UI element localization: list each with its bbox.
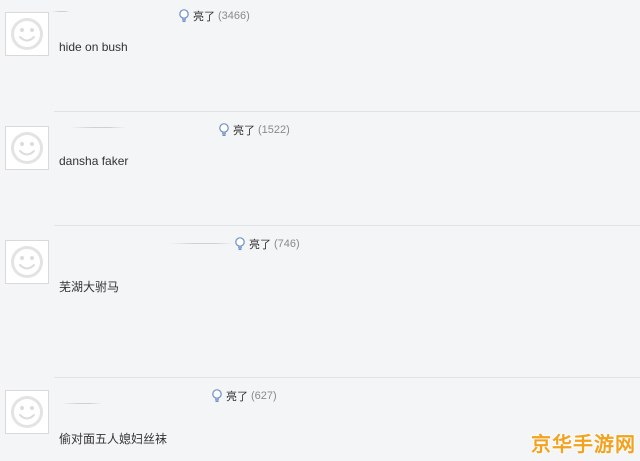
comment-item: 亮了 (627) 偷对面五人媳妇丝袜 [0, 0, 640, 461]
like-label: 亮了 [226, 391, 248, 403]
like-count: (627) [251, 390, 277, 402]
username-redacted [62, 403, 102, 404]
comment-list: 亮了 (3466) hide on bush 亮了 (1522) dansha … [0, 0, 640, 461]
lightbulb-icon [211, 389, 223, 403]
comment-text: 偷对面五人媳妇丝袜 [59, 432, 168, 446]
smiley-icon [11, 396, 43, 428]
avatar[interactable] [5, 390, 49, 434]
site-watermark: 京华手游网 [531, 432, 636, 456]
like-button[interactable]: 亮了 (627) [211, 388, 277, 404]
